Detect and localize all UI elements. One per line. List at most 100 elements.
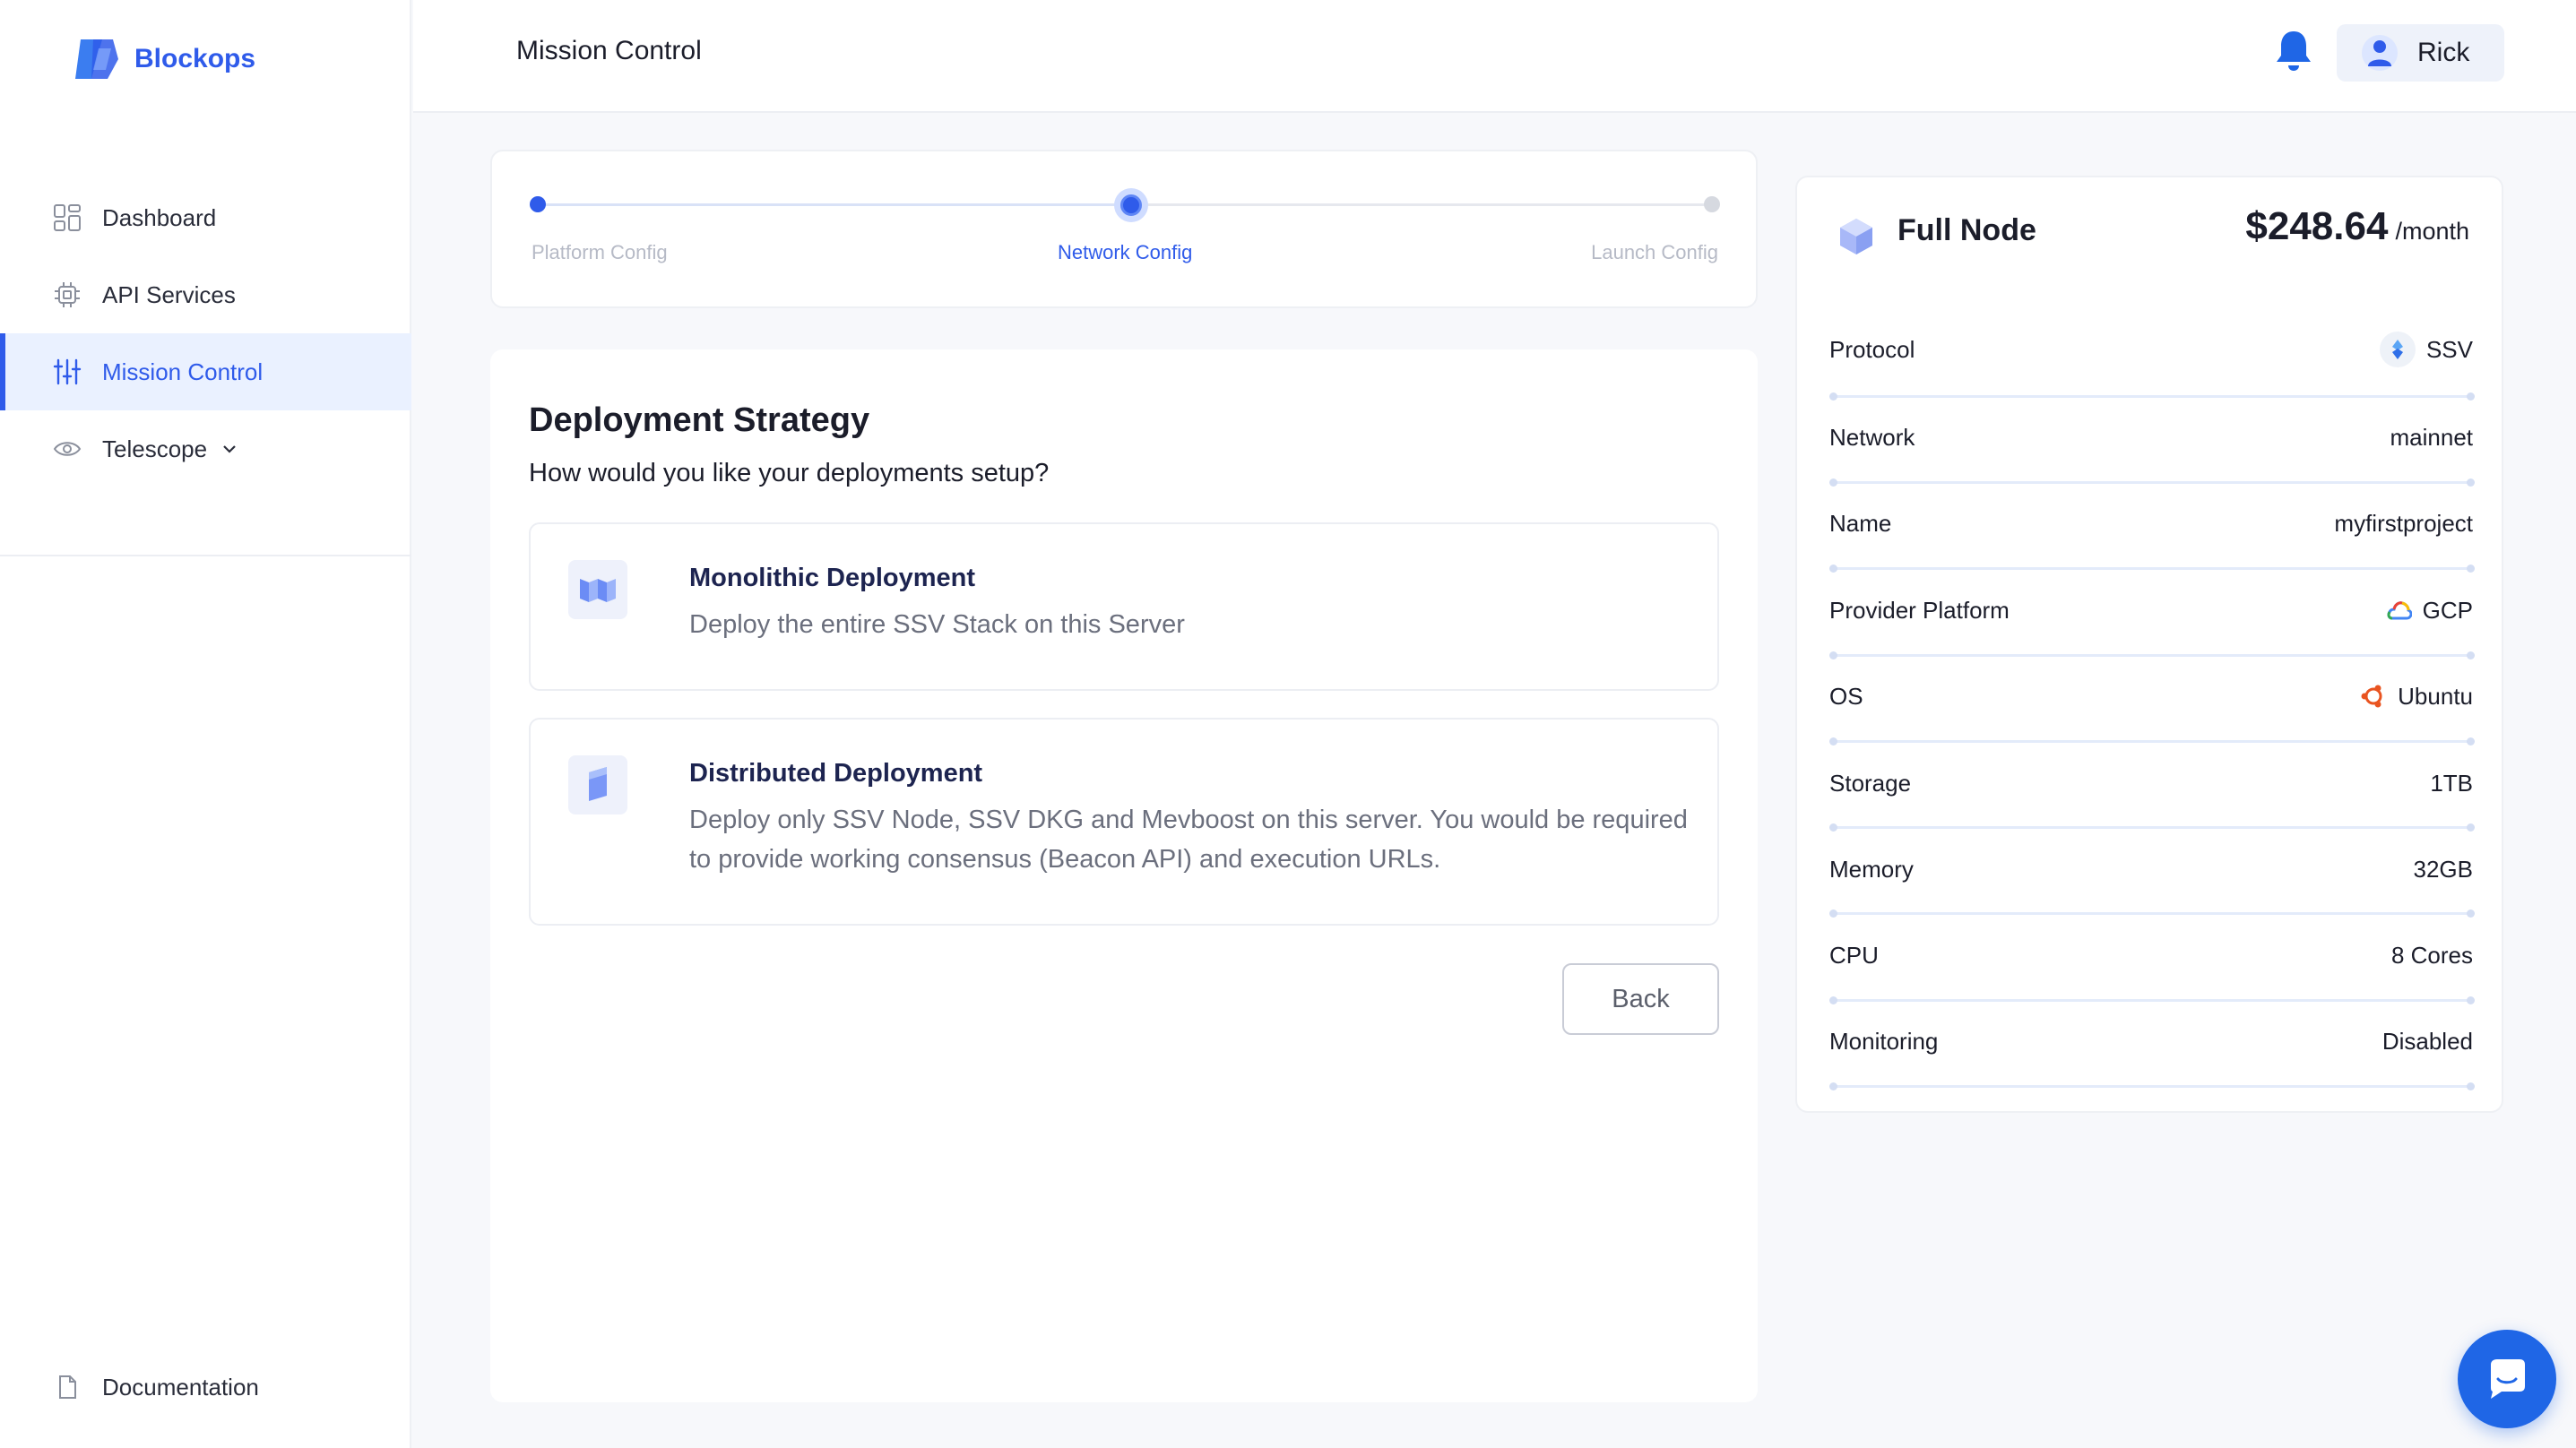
sidebar: Blockops Dashboard API Services Mission … (0, 0, 411, 1448)
monolithic-icon (568, 560, 627, 619)
spec-key: Memory (1829, 855, 1914, 883)
sidebar-item-telescope[interactable]: Telescope (0, 410, 411, 487)
option-title: Monolithic Deployment (689, 564, 975, 592)
full-node-icon (1835, 215, 1878, 258)
chip-icon (52, 280, 82, 310)
spec-row-protocol: Protocol SSV (1829, 332, 2473, 367)
sidebar-item-label: API Services (102, 280, 236, 308)
blockops-logo-icon (72, 36, 122, 82)
step-dot-inner (1120, 194, 1142, 216)
sliders-icon (52, 357, 82, 387)
spec-divider (1829, 737, 2475, 746)
chat-button[interactable] (2458, 1330, 2556, 1428)
ubuntu-icon (2360, 683, 2387, 710)
spec-value: Ubuntu (2360, 683, 2473, 711)
spec-key: OS (1829, 682, 1863, 710)
distributed-icon (568, 755, 627, 814)
user-name: Rick (2417, 38, 2470, 67)
spec-value-text: mainnet (2390, 423, 2474, 451)
section-subtitle: How would you like your deployments setu… (529, 459, 1050, 487)
spec-row-storage: Storage 1TB (1829, 765, 2473, 801)
spec-value: GCP (2387, 597, 2473, 625)
price: $248.64 /month (2245, 204, 2469, 249)
spec-value-text: 8 Cores (2390, 941, 2473, 969)
sidebar-item-documentation[interactable]: Documentation (0, 1349, 411, 1426)
spec-row-name: Name myfirstproject (1829, 505, 2473, 541)
spec-divider (1829, 909, 2475, 918)
option-description: Deploy the entire SSV Stack on this Serv… (689, 610, 1185, 639)
step-dot-platform-config[interactable] (530, 196, 546, 212)
spec-value-text: Disabled (2382, 1027, 2473, 1055)
avatar (2362, 35, 2398, 71)
node-type-title: Full Node (1897, 213, 2036, 247)
sidebar-item-label: Documentation (102, 1373, 259, 1401)
node-summary-card: Full Node $248.64 /month Protocol SSV Ne… (1795, 176, 2503, 1113)
spec-key: Protocol (1829, 335, 1915, 363)
spec-key: Monitoring (1829, 1027, 1939, 1055)
step-dot-launch-config[interactable] (1704, 196, 1720, 212)
user-menu[interactable]: Rick (2337, 24, 2504, 82)
step-label-platform-config[interactable]: Platform Config (532, 241, 668, 264)
chevron-down-icon[interactable] (220, 439, 239, 459)
spec-divider (1829, 478, 2475, 487)
ssv-icon (2379, 332, 2416, 367)
spec-key: Network (1829, 423, 1915, 451)
spec-value-text: SSV (2425, 335, 2473, 363)
deployment-strategy-card: Deployment Strategy How would you like y… (490, 349, 1758, 1402)
spec-row-network: Network mainnet (1829, 419, 2473, 455)
dashboard-icon (52, 203, 82, 233)
spec-value-text: Ubuntu (2398, 682, 2473, 710)
spec-row-monitoring: Monitoring Disabled (1829, 1023, 2473, 1059)
section-title: Deployment Strategy (529, 401, 870, 439)
option-description: Deploy only SSV Node, SSV DKG and Mevboo… (689, 806, 1688, 874)
option-distributed-deployment[interactable]: Distributed Deployment Deploy only SSV N… (529, 718, 1719, 926)
price-value: $248.64 (2245, 204, 2389, 248)
spec-row-cpu: CPU 8 Cores (1829, 937, 2473, 973)
spec-key: Storage (1829, 769, 1912, 797)
bell-icon[interactable] (2274, 29, 2313, 73)
spec-value-text: 1TB (2430, 769, 2473, 797)
page-title: Mission Control (516, 36, 702, 65)
sidebar-divider (0, 555, 411, 556)
sidebar-item-api-services[interactable]: API Services (0, 256, 411, 333)
sidebar-item-label: Dashboard (102, 203, 217, 231)
spec-key: Name (1829, 509, 1892, 537)
sidebar-footer: Documentation (0, 1349, 411, 1426)
spec-row-memory: Memory 32GB (1829, 851, 2473, 887)
sidebar-nav: Dashboard API Services Mission Control T… (0, 179, 411, 487)
logo[interactable]: Blockops (72, 36, 255, 82)
sidebar-item-dashboard[interactable]: Dashboard (0, 179, 411, 256)
spec-value-text: myfirstproject (2334, 509, 2473, 537)
spec-value: SSV (2379, 332, 2473, 367)
back-button[interactable]: Back (1562, 963, 1719, 1035)
sidebar-item-label: Telescope (102, 435, 208, 462)
spec-divider (1829, 996, 2475, 1004)
step-label-network-config[interactable]: Network Config (1058, 241, 1192, 264)
sidebar-item-mission-control[interactable]: Mission Control (0, 333, 411, 410)
step-label-launch-config[interactable]: Launch Config (1591, 241, 1718, 264)
spec-divider (1829, 651, 2475, 659)
spec-value-text: GCP (2422, 596, 2473, 624)
spec-row-os: OS Ubuntu (1829, 678, 2473, 714)
option-title: Distributed Deployment (689, 759, 983, 788)
spec-divider (1829, 565, 2475, 573)
stepper-progress (539, 203, 1130, 206)
spec-value-text: 32GB (2413, 855, 2474, 883)
spec-row-provider-platform: Provider Platform GCP (1829, 592, 2473, 628)
spec-key: Provider Platform (1829, 596, 2010, 624)
spec-divider (1829, 823, 2475, 832)
price-unit: /month (2395, 218, 2469, 245)
chat-icon (2491, 1359, 2525, 1399)
step-dot-network-config[interactable] (1114, 188, 1148, 222)
spec-divider (1829, 392, 2475, 401)
sidebar-item-label: Mission Control (102, 358, 264, 385)
gcp-icon (2387, 600, 2412, 620)
spec-divider (1829, 1082, 2475, 1090)
document-icon (52, 1372, 82, 1402)
top-header: Mission Control Rick (413, 0, 2576, 113)
option-monolithic-deployment[interactable]: Monolithic Deployment Deploy the entire … (529, 522, 1719, 691)
spec-key: CPU (1829, 941, 1879, 969)
stepper: Platform Config Network Config Launch Co… (490, 150, 1758, 308)
app-name: Blockops (134, 44, 256, 73)
eye-icon (52, 434, 82, 464)
